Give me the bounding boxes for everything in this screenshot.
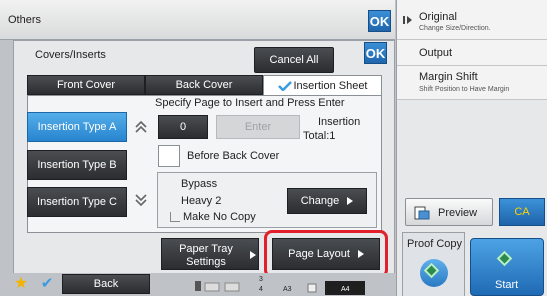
title-bar: Others [0, 0, 395, 40]
insertion-type-c-button[interactable]: Insertion Type C [27, 187, 127, 217]
expand-arrow-icon [407, 16, 412, 24]
tab-front-cover[interactable]: Front Cover [27, 75, 145, 95]
tray-status-icon [195, 281, 240, 292]
preview-label: Preview [438, 207, 478, 219]
before-back-cover-label: Before Back Cover [187, 150, 280, 162]
page-title: Others [8, 14, 42, 26]
tray-size-a3: A3 [283, 286, 292, 293]
make-no-copy-icon [170, 212, 180, 222]
preview-button[interactable]: Preview [405, 198, 493, 226]
tray-4-number: 4 [259, 286, 263, 293]
arrow-right-icon [250, 251, 256, 259]
proof-copy-button[interactable]: Proof Copy [402, 232, 465, 296]
insertion-type-a-button[interactable]: Insertion Type A [27, 112, 127, 142]
margin-shift-sublabel: Shift Position to Have Margin [419, 86, 510, 93]
tab-insertion-sheet[interactable]: Insertion Sheet [263, 75, 382, 95]
ok-button[interactable]: OK [368, 10, 391, 32]
margin-shift-label: Margin Shift [419, 71, 478, 83]
paper-tray-settings-line2: Settings [186, 256, 226, 268]
start-icon [496, 250, 513, 267]
original-label: Original [419, 11, 457, 23]
paper-type-value: Heavy 2 [181, 195, 222, 207]
scroll-down-icon[interactable] [134, 193, 148, 207]
ca-button[interactable]: CA [499, 198, 545, 226]
favorite-star-icon[interactable]: ★ [10, 274, 32, 294]
paper-tray-value: Bypass [181, 178, 218, 190]
instruction-text: Specify Page to Insert and Press Enter [155, 97, 345, 109]
insertion-label: Insertion [318, 116, 361, 128]
make-no-copy-label: Make No Copy [183, 211, 256, 223]
paper-tray-settings-button[interactable]: Paper Tray Settings [161, 238, 259, 270]
paper-icon [307, 283, 317, 293]
preview-icon [414, 206, 430, 220]
dialog-title: Covers/Inserts [35, 49, 106, 61]
original-setting[interactable]: Original Change Size/Direction. [397, 0, 547, 40]
tray-size-a4: A4 [341, 286, 350, 293]
insertion-total: Total:1 [303, 130, 336, 142]
page-layout-label: Page Layout [288, 248, 350, 260]
page-layout-button[interactable]: Page Layout [272, 238, 380, 270]
start-label: Start [495, 279, 519, 291]
tab-insertion-sheet-label: Insertion Sheet [293, 79, 368, 92]
back-button[interactable]: Back [62, 274, 150, 294]
paper-tray-settings-line1: Paper Tray [179, 243, 233, 255]
check-icon [277, 80, 292, 91]
check-icon[interactable]: ✔ [36, 274, 58, 294]
output-setting[interactable]: Output [397, 40, 547, 66]
before-back-cover-checkbox[interactable] [158, 145, 180, 167]
paper-status-area: 3 4 A3 A4 [195, 275, 395, 295]
start-button[interactable]: Start [470, 238, 544, 296]
proof-copy-icon [420, 259, 448, 287]
change-button[interactable]: Change [287, 188, 367, 214]
arrow-right-icon [347, 197, 354, 205]
proof-copy-label: Proof Copy [407, 238, 463, 250]
tray-3-number: 3 [259, 276, 263, 283]
change-label: Change [300, 195, 340, 207]
enter-button[interactable]: Enter [216, 115, 300, 139]
original-sublabel: Change Size/Direction. [419, 25, 491, 32]
dialog-ok-button[interactable]: OK [364, 42, 387, 64]
insertion-type-b-button[interactable]: Insertion Type B [27, 150, 127, 180]
arrow-right-icon [357, 250, 364, 258]
scroll-up-icon[interactable] [134, 120, 148, 134]
output-label: Output [419, 47, 453, 59]
expand-bar-icon [403, 16, 405, 24]
margin-shift-setting[interactable]: Margin Shift Shift Position to Have Marg… [397, 66, 547, 100]
tab-back-cover[interactable]: Back Cover [145, 75, 263, 95]
page-number-field[interactable]: 0 [158, 115, 208, 139]
cancel-all-button[interactable]: Cancel All [254, 47, 334, 73]
